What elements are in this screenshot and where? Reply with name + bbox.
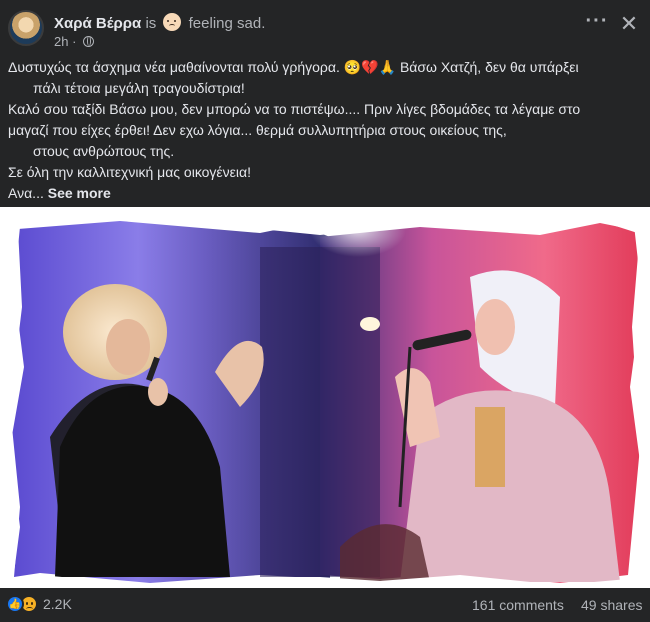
author-name[interactable]: Χαρά Βέρρα <box>54 15 141 32</box>
photo-collage-image <box>0 207 650 588</box>
post-line-3: Καλό σου ταξίδι Βάσω μου, δεν μπορώ να τ… <box>8 101 581 117</box>
post-line-7: Ανα... See more <box>8 183 642 204</box>
is-text: is <box>145 15 157 32</box>
close-icon[interactable]: ✕ <box>614 9 644 39</box>
truncated-text: Ανα... <box>8 185 44 201</box>
post-timestamp-line: 2h · <box>54 34 95 49</box>
feeling-text: feeling sad. <box>188 15 266 32</box>
post-line-2: πάλι τέτοια μεγάλη τραγουδίστρια! <box>33 80 245 96</box>
post-footer: 👍 2.2K 161 comments 49 shares <box>0 588 650 622</box>
reaction-count: 2.2K <box>43 596 72 612</box>
post-line-6: Σε όλη την καλλιτεχνική μας οικογένεια! <box>8 164 252 180</box>
dot-separator: · <box>68 34 81 49</box>
see-more-link[interactable]: See more <box>48 185 111 201</box>
post-photo[interactable] <box>0 207 650 588</box>
post-line-5: στους ανθρώπους της. <box>33 143 175 159</box>
more-options-icon[interactable]: ··· <box>583 10 611 38</box>
like-reaction-icon: 👍 <box>6 595 24 613</box>
globe-icon[interactable] <box>83 36 95 47</box>
author-avatar[interactable] <box>8 10 44 46</box>
reactions-summary[interactable]: 👍 2.2K <box>6 595 72 613</box>
post-line-4: μαγαζί που είχες έρθει! Δεν εχω λόγια...… <box>8 122 507 138</box>
post-line-1: Δυστυχώς τα άσχημα νέα μαθαίνονται πολύ … <box>8 59 579 75</box>
feeling-sad-emoji-icon <box>163 13 182 31</box>
comments-count-link[interactable]: 161 comments <box>472 597 564 613</box>
author-line: Χαρά Βέρρα is feeling sad. <box>54 13 265 32</box>
post-body-text: Δυστυχώς τα άσχημα νέα μαθαίνονται πολύ … <box>8 57 642 204</box>
post-time[interactable]: 2h <box>54 34 68 49</box>
shares-count-link[interactable]: 49 shares <box>581 597 642 613</box>
post-header: Χαρά Βέρρα is feeling sad. 2h · ··· ✕ <box>0 0 650 56</box>
